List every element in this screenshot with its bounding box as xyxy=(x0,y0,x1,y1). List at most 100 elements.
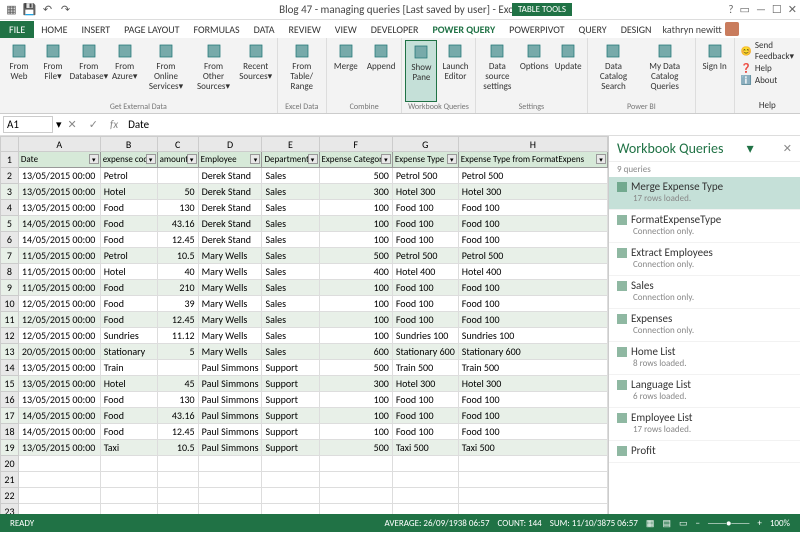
append-button[interactable]: Append xyxy=(364,40,399,102)
cell[interactable]: Food 100 xyxy=(458,216,607,232)
col-header-F[interactable]: F xyxy=(319,137,392,152)
cell[interactable]: Mary Wells xyxy=(198,344,262,360)
cell[interactable]: Sales xyxy=(262,296,319,312)
cell[interactable]: Food 100 xyxy=(392,392,458,408)
cell[interactable]: Food xyxy=(100,216,157,232)
cell[interactable]: Food xyxy=(100,200,157,216)
cell[interactable]: Paul Simmons xyxy=(198,440,262,456)
ribbon-display-icon[interactable]: ▭ xyxy=(740,3,750,16)
filter-dropdown-icon[interactable]: ▾ xyxy=(250,154,260,164)
zoom-out-icon[interactable]: − xyxy=(695,518,699,529)
filter-dropdown-icon[interactable]: ▾ xyxy=(308,154,318,164)
tab-power-query[interactable]: POWER QUERY xyxy=(425,21,502,38)
cell[interactable]: 11.12 xyxy=(157,328,198,344)
cell[interactable]: Hotel xyxy=(100,264,157,280)
table-header[interactable]: Employee▾ xyxy=(198,152,262,168)
cell[interactable]: 100 xyxy=(319,216,392,232)
tab-page-layout[interactable]: PAGE LAYOUT xyxy=(117,21,186,38)
tab-file[interactable]: FILE xyxy=(0,21,34,38)
cell[interactable]: 300 xyxy=(319,376,392,392)
cell[interactable]: Paul Simmons xyxy=(198,392,262,408)
cell[interactable]: Stationary xyxy=(100,344,157,360)
cell[interactable]: Food 100 xyxy=(458,200,607,216)
cell[interactable]: Derek Stand xyxy=(198,232,262,248)
cell[interactable]: 100 xyxy=(319,232,392,248)
pane-dropdown-icon[interactable]: ▾ xyxy=(747,140,754,157)
close-icon[interactable]: ✕ xyxy=(788,3,797,16)
cell[interactable]: Train 500 xyxy=(458,360,607,376)
cell[interactable]: Sundries 100 xyxy=(458,328,607,344)
cell[interactable]: Support xyxy=(262,424,319,440)
cell[interactable]: Mary Wells xyxy=(198,248,262,264)
about-button[interactable]: ℹ️About xyxy=(741,75,794,86)
tab-developer[interactable]: DEVELOPER xyxy=(364,21,426,38)
from-database-button[interactable]: From Database▾ xyxy=(71,40,107,102)
table-header[interactable]: Date▾ xyxy=(18,152,100,168)
cell[interactable]: Sales xyxy=(262,184,319,200)
cell[interactable]: Hotel 400 xyxy=(392,264,458,280)
cell[interactable]: 130 xyxy=(157,392,198,408)
cell[interactable]: Sales xyxy=(262,200,319,216)
cell[interactable]: Sales xyxy=(262,216,319,232)
formula-input[interactable]: Date xyxy=(124,117,153,132)
cell[interactable]: 45 xyxy=(157,376,198,392)
cell[interactable]: Stationary 600 xyxy=(392,344,458,360)
options-button[interactable]: Options xyxy=(518,40,550,102)
enter-icon[interactable]: ✓ xyxy=(83,118,104,131)
col-header-C[interactable]: C xyxy=(157,137,198,152)
col-header-A[interactable]: A xyxy=(18,137,100,152)
cell[interactable]: 13/05/2015 00:00 xyxy=(18,184,100,200)
cell[interactable]: Sales xyxy=(262,248,319,264)
filter-dropdown-icon[interactable]: ▾ xyxy=(187,154,197,164)
cell[interactable]: 12/05/2015 00:00 xyxy=(18,312,100,328)
cell[interactable]: 13/05/2015 00:00 xyxy=(18,200,100,216)
cell[interactable]: Food xyxy=(100,280,157,296)
cell[interactable]: Food xyxy=(100,312,157,328)
cell[interactable]: 400 xyxy=(319,264,392,280)
cell[interactable]: Mary Wells xyxy=(198,328,262,344)
from-table-range-button[interactable]: From Table/ Range xyxy=(281,40,323,102)
cell[interactable]: 43.16 xyxy=(157,216,198,232)
cell[interactable]: Train xyxy=(100,360,157,376)
cell[interactable]: Mary Wells xyxy=(198,280,262,296)
cell[interactable]: Hotel 300 xyxy=(458,184,607,200)
my-data-catalog-queries-button[interactable]: My Data Catalog Queries xyxy=(638,40,692,102)
cell[interactable]: 100 xyxy=(319,280,392,296)
cell[interactable]: 12.45 xyxy=(157,312,198,328)
cell[interactable]: Food 100 xyxy=(392,216,458,232)
tab-home[interactable]: HOME xyxy=(34,21,74,38)
cell[interactable]: Petrol xyxy=(100,248,157,264)
row-header-13[interactable]: 13 xyxy=(1,344,19,360)
row-header-23[interactable]: 23 xyxy=(1,504,19,515)
table-header[interactable]: Expense Category▾ xyxy=(319,152,392,168)
row-header-2[interactable]: 2 xyxy=(1,168,19,184)
cell[interactable]: Sales xyxy=(262,328,319,344)
cell[interactable]: Paul Simmons xyxy=(198,376,262,392)
cell[interactable]: Food 100 xyxy=(392,408,458,424)
cell[interactable]: 14/05/2015 00:00 xyxy=(18,424,100,440)
fx-icon[interactable]: fx xyxy=(104,118,124,131)
filter-dropdown-icon[interactable]: ▾ xyxy=(381,154,391,164)
tab-powerpivot[interactable]: POWERPIVOT xyxy=(502,21,571,38)
cell[interactable]: Food 100 xyxy=(458,232,607,248)
tab-review[interactable]: REVIEW xyxy=(281,21,327,38)
update-button[interactable]: Update xyxy=(552,40,584,102)
cell[interactable]: 20/05/2015 00:00 xyxy=(18,344,100,360)
cell[interactable]: 5 xyxy=(157,344,198,360)
cell[interactable]: Food 100 xyxy=(392,232,458,248)
from-other-sources-button[interactable]: From Other Sources▾ xyxy=(191,40,236,102)
cell[interactable]: Sales xyxy=(262,312,319,328)
query-item-extract-employees[interactable]: Extract EmployeesConnection only. xyxy=(609,243,800,276)
cell[interactable] xyxy=(157,360,198,376)
cell[interactable]: Petrol 500 xyxy=(392,168,458,184)
cell[interactable]: Hotel 400 xyxy=(458,264,607,280)
cell[interactable]: Food xyxy=(100,296,157,312)
cell[interactable]: 40 xyxy=(157,264,198,280)
cell[interactable]: Food xyxy=(100,424,157,440)
send-feedback-button[interactable]: 😊Send Feedback▾ xyxy=(741,40,794,62)
row-header-8[interactable]: 8 xyxy=(1,264,19,280)
cell[interactable]: Hotel xyxy=(100,184,157,200)
row-header-18[interactable]: 18 xyxy=(1,424,19,440)
col-header-E[interactable]: E xyxy=(262,137,319,152)
worksheet-grid[interactable]: ABCDEFGH1Date▾expense code▾amount▾Employ… xyxy=(0,136,608,514)
